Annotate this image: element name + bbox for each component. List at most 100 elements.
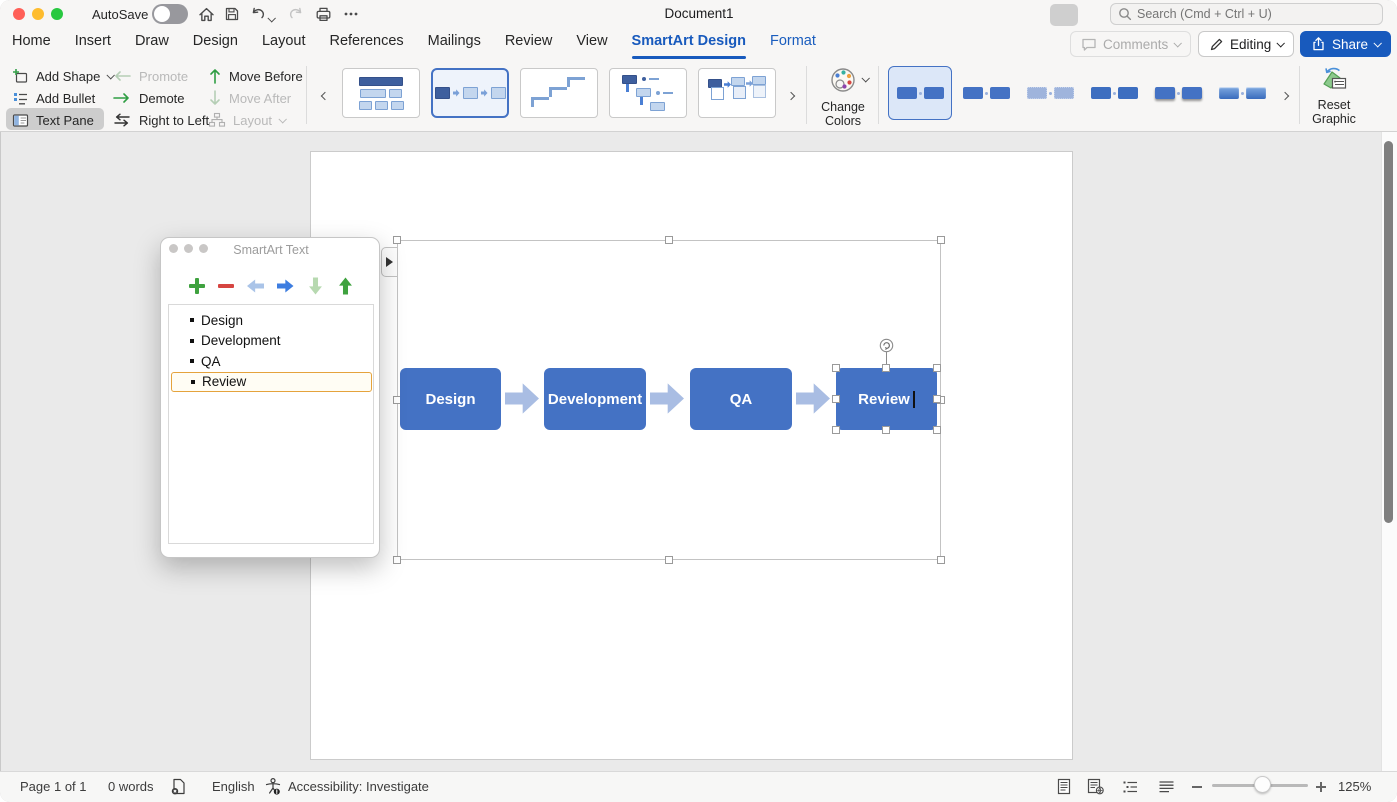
- style-thumbnail-4[interactable]: [1082, 66, 1146, 120]
- add-item-icon[interactable]: [189, 278, 205, 294]
- smartart-node-design[interactable]: Design: [400, 368, 501, 430]
- demote-item-icon[interactable]: [277, 279, 294, 293]
- node-handle-top-right[interactable]: [933, 364, 941, 372]
- search-icon: [1118, 7, 1132, 21]
- zoom-window-button[interactable]: [51, 8, 63, 20]
- word-count[interactable]: 0 words: [108, 779, 154, 794]
- node-handle-middle-left[interactable]: [832, 395, 840, 403]
- add-shape-button[interactable]: Add Shape: [12, 66, 113, 86]
- autosave-label: AutoSave: [92, 7, 148, 22]
- frame-handle-bottom-left[interactable]: [393, 556, 401, 564]
- bullet-icon: [190, 318, 194, 322]
- pane-item-design[interactable]: Design: [169, 310, 373, 331]
- home-icon[interactable]: [195, 3, 217, 25]
- undo-menu-chevron-icon[interactable]: [268, 9, 274, 27]
- close-window-button[interactable]: [13, 8, 25, 20]
- rotate-handle-icon[interactable]: [879, 338, 894, 358]
- editing-mode-button[interactable]: Editing: [1198, 31, 1294, 57]
- view-print-layout-selected[interactable]: [1050, 4, 1078, 26]
- layout-thumbnail-list[interactable]: [342, 68, 420, 118]
- node-handle-bottom-right[interactable]: [933, 426, 941, 434]
- remove-item-icon[interactable]: [218, 284, 234, 288]
- style-thumbnail-3[interactable]: [1018, 66, 1082, 120]
- share-button[interactable]: Share: [1300, 31, 1391, 57]
- print-icon[interactable]: [312, 3, 334, 25]
- accessibility-status[interactable]: Accessibility: Investigate: [288, 779, 429, 794]
- text-pane-button-label[interactable]: Text Pane: [12, 110, 94, 130]
- tab-smartart-design[interactable]: SmartArt Design: [632, 33, 746, 53]
- tab-layout[interactable]: Layout: [262, 33, 306, 53]
- draft-view-icon[interactable]: [1158, 780, 1175, 799]
- accessibility-icon[interactable]: [264, 777, 282, 801]
- add-bullet-button[interactable]: Add Bullet: [12, 88, 95, 108]
- layout-thumbnail-vertical-bending-process[interactable]: [609, 68, 687, 118]
- web-layout-view-icon[interactable]: [1086, 778, 1105, 800]
- layout-thumbnail-picture-accent-process[interactable]: [698, 68, 776, 118]
- node-handle-middle-right[interactable]: [933, 395, 941, 403]
- pane-item-review-selected[interactable]: Review: [171, 372, 372, 393]
- tab-draw[interactable]: Draw: [135, 33, 169, 53]
- layout-thumbnail-step-up-process[interactable]: [520, 68, 598, 118]
- tab-insert[interactable]: Insert: [75, 33, 111, 53]
- move-up-icon[interactable]: [338, 278, 352, 295]
- smartart-node-review[interactable]: Review: [836, 368, 937, 430]
- outline-view-icon[interactable]: [1122, 780, 1139, 799]
- vertical-scrollbar-thumb[interactable]: [1384, 141, 1393, 523]
- change-colors-button[interactable]: Change Colors: [814, 64, 872, 126]
- tab-references[interactable]: References: [329, 33, 403, 53]
- search-field[interactable]: [1110, 3, 1383, 25]
- tab-mailings[interactable]: Mailings: [428, 33, 481, 53]
- tab-format[interactable]: Format: [770, 33, 816, 53]
- frame-handle-bottom-right[interactable]: [937, 556, 945, 564]
- node-handle-top-left[interactable]: [832, 364, 840, 372]
- smartart-node-qa[interactable]: QA: [690, 368, 792, 430]
- status-bar: [0, 771, 1397, 802]
- reset-graphic-icon: [1320, 65, 1348, 93]
- promote-item-icon: [247, 279, 264, 293]
- tab-view[interactable]: View: [576, 33, 607, 53]
- text-pane-toggle-tab[interactable]: [381, 247, 398, 277]
- undo-icon[interactable]: [247, 3, 269, 25]
- print-layout-view-icon[interactable]: [1056, 778, 1072, 800]
- minimize-window-button[interactable]: [32, 8, 44, 20]
- tab-design[interactable]: Design: [193, 33, 238, 53]
- layout-gallery-prev-icon[interactable]: [322, 86, 328, 104]
- save-icon[interactable]: [221, 3, 243, 25]
- frame-handle-top-middle[interactable]: [665, 236, 673, 244]
- node-handle-bottom-left[interactable]: [832, 426, 840, 434]
- styles-gallery-next-icon[interactable]: [1282, 86, 1288, 104]
- language-status[interactable]: English: [212, 779, 255, 794]
- search-input[interactable]: [1137, 7, 1367, 21]
- frame-handle-top-right[interactable]: [937, 236, 945, 244]
- page-count[interactable]: Page 1 of 1: [20, 779, 87, 794]
- layout-gallery-next-icon[interactable]: [788, 86, 794, 104]
- autosave-toggle[interactable]: [152, 4, 188, 24]
- tab-home[interactable]: Home: [12, 33, 51, 53]
- right-to-left-button[interactable]: Right to Left: [112, 110, 209, 130]
- frame-handle-top-left[interactable]: [393, 236, 401, 244]
- node-handle-top-middle[interactable]: [882, 364, 890, 372]
- style-thumbnail-6[interactable]: [1210, 66, 1274, 120]
- more-toolbar-icon[interactable]: [340, 3, 362, 25]
- zoom-slider-knob[interactable]: [1254, 776, 1271, 793]
- style-thumbnail-1[interactable]: [888, 66, 952, 120]
- style-thumbnail-5[interactable]: [1146, 66, 1210, 120]
- style-thumbnail-2[interactable]: [954, 66, 1018, 120]
- demote-button[interactable]: Demote: [112, 88, 185, 108]
- zoom-level[interactable]: 125%: [1338, 779, 1371, 794]
- smartart-node-development[interactable]: Development: [544, 368, 646, 430]
- proofing-status-icon[interactable]: [170, 778, 187, 801]
- comments-button[interactable]: Comments: [1070, 31, 1191, 57]
- move-before-button[interactable]: Move Before: [208, 66, 303, 86]
- move-before-arrow-icon: [208, 67, 222, 85]
- pane-item-qa[interactable]: QA: [169, 351, 373, 372]
- smartart-text-pane[interactable]: SmartArt Text Design Development QA: [160, 237, 380, 558]
- pane-item-development[interactable]: Development: [169, 331, 373, 352]
- promote-arrow-icon: [112, 69, 132, 83]
- frame-handle-bottom-middle[interactable]: [665, 556, 673, 564]
- tab-review[interactable]: Review: [505, 33, 553, 53]
- pane-item-list[interactable]: Design Development QA Review: [168, 304, 374, 544]
- layout-thumbnail-basic-process[interactable]: [431, 68, 509, 118]
- reset-graphic-button[interactable]: Reset Graphic: [1306, 64, 1362, 126]
- node-handle-bottom-middle[interactable]: [882, 426, 890, 434]
